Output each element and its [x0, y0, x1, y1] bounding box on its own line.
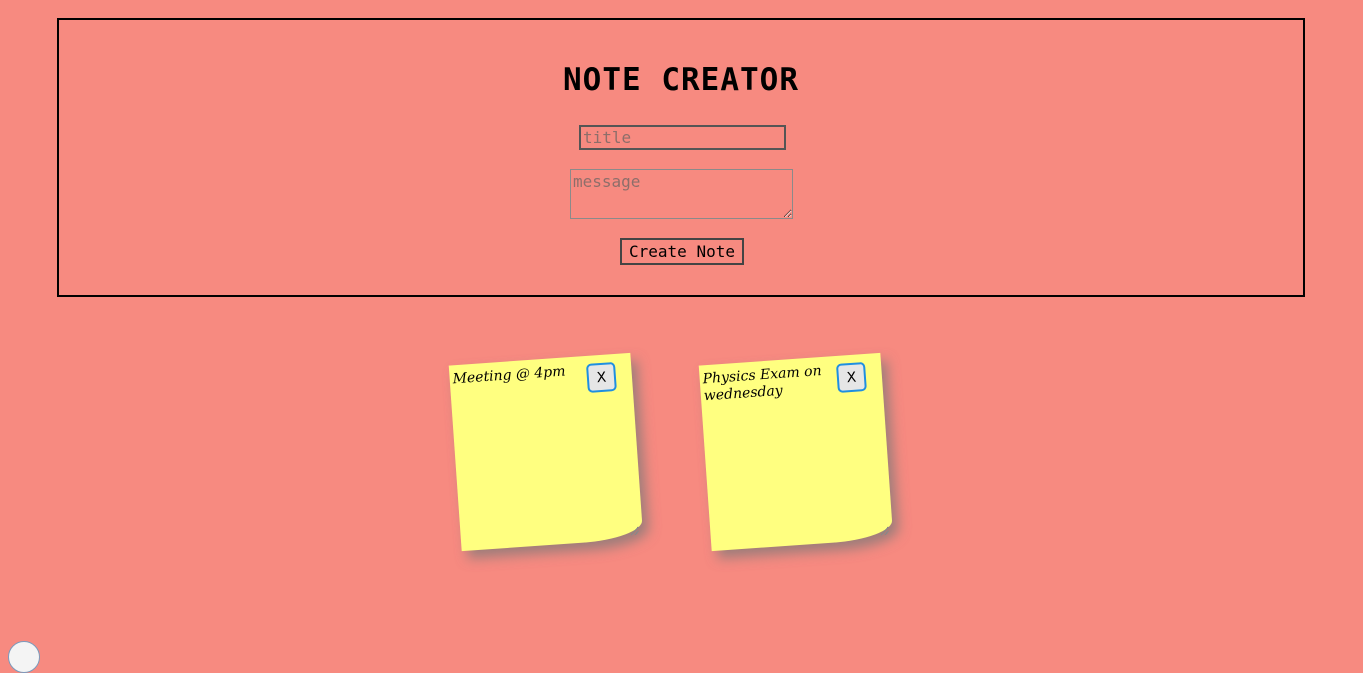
resize-grip-icon[interactable] [630, 526, 639, 536]
title-input[interactable] [579, 125, 786, 150]
note-creator-panel: NOTE CREATOR Create Note [57, 18, 1305, 297]
note-text[interactable]: Physics Exam on wednesday [702, 362, 842, 406]
resize-grip-icon[interactable] [880, 526, 889, 536]
close-note-button[interactable]: X [835, 361, 867, 393]
close-note-button[interactable]: X [585, 361, 617, 393]
note-text[interactable]: Meeting @ 4pm [452, 362, 591, 389]
page-title: NOTE CREATOR [563, 62, 799, 98]
sticky-note[interactable]: Meeting @ 4pm X [448, 352, 644, 552]
message-input[interactable] [570, 169, 793, 219]
sticky-note[interactable]: Physics Exam on wednesday X [698, 352, 894, 552]
create-note-button[interactable]: Create Note [620, 238, 744, 265]
